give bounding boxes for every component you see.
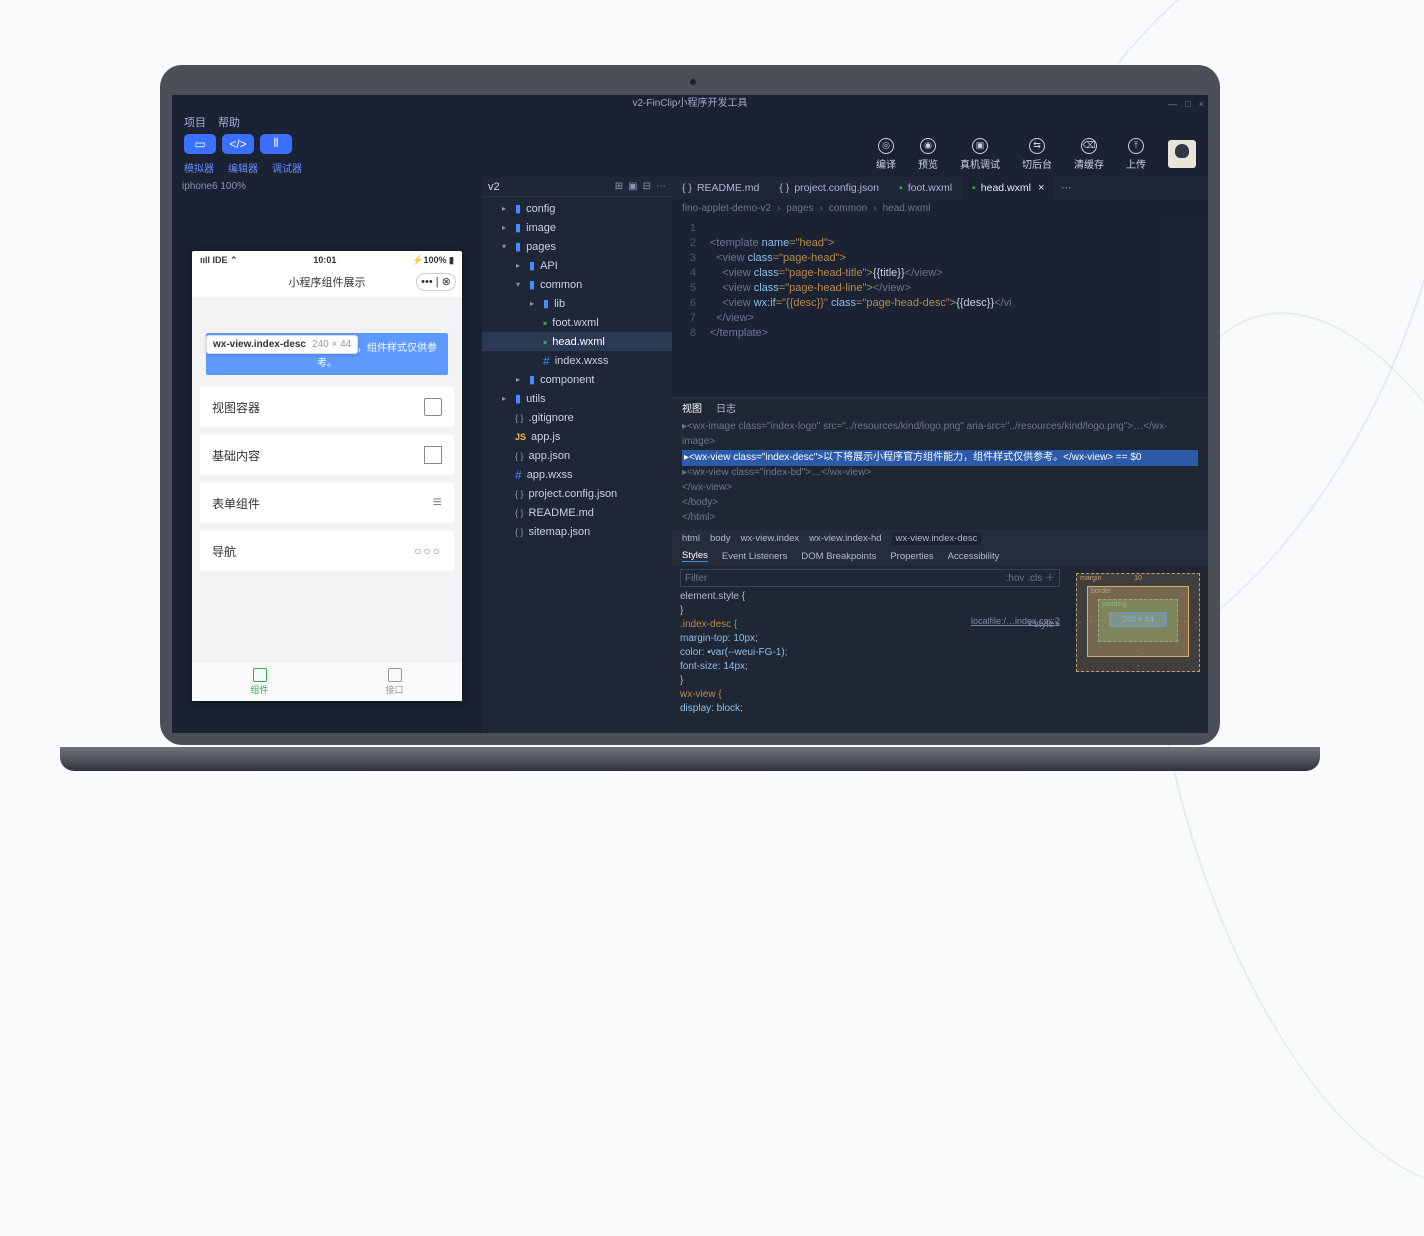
menubar: 项目 帮助 bbox=[172, 113, 1208, 131]
subtab-dom-bp[interactable]: DOM Breakpoints bbox=[801, 551, 876, 562]
subtab-styles[interactable]: Styles bbox=[682, 550, 708, 562]
phone-tab-components[interactable]: 组件 bbox=[192, 662, 327, 701]
devtools-panel: 视图 日志 ▸<wx-image class="index-logo" src=… bbox=[672, 397, 1208, 733]
devtools-subtabs: Styles Event Listeners DOM Breakpoints P… bbox=[672, 547, 1208, 565]
tab-overflow[interactable]: ⋯ bbox=[1054, 177, 1078, 199]
menu-project[interactable]: 项目 bbox=[184, 114, 206, 130]
tree-node[interactable]: #app.wxss bbox=[482, 465, 672, 484]
window-title: v2-FinClip小程序开发工具 bbox=[632, 98, 747, 109]
box-model: margin10--- border---- padding---- 240 ×… bbox=[1068, 565, 1208, 733]
more-icon: ○○○ bbox=[414, 544, 442, 558]
list-item[interactable]: 导航○○○ bbox=[200, 531, 454, 571]
styles-pane[interactable]: Filter:hov .cls ＋ element.style { } .ind… bbox=[672, 565, 1068, 733]
tree-node[interactable]: ▪head.wxml bbox=[482, 332, 672, 351]
mode-simulator-button[interactable]: ▭ bbox=[184, 134, 216, 154]
tree-node[interactable]: ▸▮config bbox=[482, 199, 672, 218]
close-icon[interactable]: × bbox=[1038, 182, 1044, 194]
subtab-props[interactable]: Properties bbox=[890, 551, 933, 562]
toolbar: ▭ </> ⫴ 模拟器 编辑器 调试器 ◎编译 ◉预览 ▣真机调试 ⇆切后台 ⌫… bbox=[172, 131, 1208, 177]
tree-node[interactable]: ▸▮utils bbox=[482, 389, 672, 408]
mode-debugger-button[interactable]: ⫴ bbox=[260, 134, 292, 154]
text-icon bbox=[424, 446, 442, 464]
list-item[interactable]: 基础内容 bbox=[200, 435, 454, 475]
element-path[interactable]: htmlbodywx-view.indexwx-view.index-hdwx-… bbox=[672, 530, 1208, 547]
simulator-panel: iphone6 100% ııll IDE ⌃ 10:01 ⚡100% ▮ 小程… bbox=[172, 177, 482, 733]
tree-node[interactable]: JSapp.js bbox=[482, 427, 672, 446]
avatar[interactable] bbox=[1168, 140, 1196, 168]
tree-node[interactable]: ▪foot.wxml bbox=[482, 313, 672, 332]
list-item[interactable]: 表单组件≡ bbox=[200, 483, 454, 523]
tab-readme[interactable]: { }README.md bbox=[672, 177, 769, 199]
list-item[interactable]: 视图容器 bbox=[200, 387, 454, 427]
new-file-icon[interactable]: ⊞ bbox=[615, 181, 623, 192]
tree-node[interactable]: { }.gitignore bbox=[482, 408, 672, 427]
tree-node[interactable]: ▾▮pages bbox=[482, 237, 672, 256]
compile-button[interactable]: ◎编译 bbox=[876, 138, 896, 171]
preview-button[interactable]: ◉预览 bbox=[918, 138, 938, 171]
window-controls[interactable]: —□× bbox=[1168, 95, 1204, 113]
mode-editor-button[interactable]: </> bbox=[222, 134, 254, 154]
phone-navbar: 小程序组件展示 ••• | ⊗ bbox=[192, 269, 462, 297]
simulator-device-label: iphone6 100% bbox=[172, 177, 482, 195]
menu-help[interactable]: 帮助 bbox=[218, 114, 240, 130]
tree-node[interactable]: { }README.md bbox=[482, 503, 672, 522]
breadcrumb[interactable]: fino-applet-demo-v2›pages›common›head.wx… bbox=[672, 199, 1208, 217]
devtools-tabs: 视图 日志 bbox=[672, 398, 1208, 416]
project-root[interactable]: v2 bbox=[488, 181, 500, 193]
menu-icon: ≡ bbox=[433, 494, 442, 512]
devtools-tab-view[interactable]: 视图 bbox=[682, 400, 702, 415]
inspect-tooltip: wx-view.index-desc 240 × 44 bbox=[206, 335, 358, 354]
tree-node[interactable]: { }app.json bbox=[482, 446, 672, 465]
background-button[interactable]: ⇆切后台 bbox=[1022, 138, 1052, 171]
tree-node[interactable]: #index.wxss bbox=[482, 351, 672, 370]
tree-node[interactable]: { }project.config.json bbox=[482, 484, 672, 503]
more-icon[interactable]: ⋯ bbox=[656, 181, 666, 192]
tab-project-config[interactable]: { }project.config.json bbox=[769, 177, 889, 199]
minimap[interactable] bbox=[1158, 217, 1208, 397]
editor-tabs: { }README.md { }project.config.json ▪foo… bbox=[672, 177, 1208, 199]
tree-node[interactable]: ▸▮component bbox=[482, 370, 672, 389]
tree-node[interactable]: ▸▮API bbox=[482, 256, 672, 275]
tree-node[interactable]: { }sitemap.json bbox=[482, 522, 672, 541]
tab-head-wxml[interactable]: ▪head.wxml× bbox=[962, 177, 1054, 199]
upload-button[interactable]: ⤒上传 bbox=[1126, 138, 1146, 171]
phone-tab-api[interactable]: 接口 bbox=[327, 662, 462, 701]
devtools-tab-log[interactable]: 日志 bbox=[716, 400, 736, 415]
tab-foot-wxml[interactable]: ▪foot.wxml bbox=[889, 177, 962, 199]
phone-statusbar: ııll IDE ⌃ 10:01 ⚡100% ▮ bbox=[192, 251, 462, 269]
clear-cache-button[interactable]: ⌫清缓存 bbox=[1074, 138, 1104, 171]
elements-tree[interactable]: ▸<wx-image class="index-logo" src="../re… bbox=[672, 416, 1208, 530]
camera-dot bbox=[690, 79, 696, 85]
view-container-icon bbox=[424, 398, 442, 416]
tree-node[interactable]: ▸▮image bbox=[482, 218, 672, 237]
remote-debug-button[interactable]: ▣真机调试 bbox=[960, 138, 1000, 171]
subtab-listeners[interactable]: Event Listeners bbox=[722, 551, 787, 562]
laptop-mockup: v2-FinClip小程序开发工具 —□× 项目 帮助 ▭ </> ⫴ 模拟器 … bbox=[160, 65, 1220, 765]
toolbar-actions: ◎编译 ◉预览 ▣真机调试 ⇆切后台 ⌫清缓存 ⤒上传 bbox=[876, 138, 1196, 171]
laptop-base bbox=[60, 747, 1320, 771]
code-editor[interactable]: 12345678 <template name="head"> <view cl… bbox=[672, 217, 1208, 397]
file-explorer: v2 ⊞ ▣ ⊟ ⋯ ▸▮config▸▮image▾▮pages▸▮API▾▮com… bbox=[482, 177, 672, 733]
tree-node[interactable]: ▸▮lib bbox=[482, 294, 672, 313]
collapse-icon[interactable]: ⊟ bbox=[643, 181, 651, 192]
tree-node[interactable]: ▾▮common bbox=[482, 275, 672, 294]
window-titlebar: v2-FinClip小程序开发工具 —□× bbox=[172, 95, 1208, 113]
ide-window: v2-FinClip小程序开发工具 —□× 项目 帮助 ▭ </> ⫴ 模拟器 … bbox=[172, 95, 1208, 733]
phone-preview: ııll IDE ⌃ 10:01 ⚡100% ▮ 小程序组件展示 ••• | ⊗… bbox=[192, 251, 462, 701]
capsule-button[interactable]: ••• | ⊗ bbox=[416, 273, 456, 291]
new-folder-icon[interactable]: ▣ bbox=[628, 181, 637, 192]
subtab-a11y[interactable]: Accessibility bbox=[948, 551, 1000, 562]
